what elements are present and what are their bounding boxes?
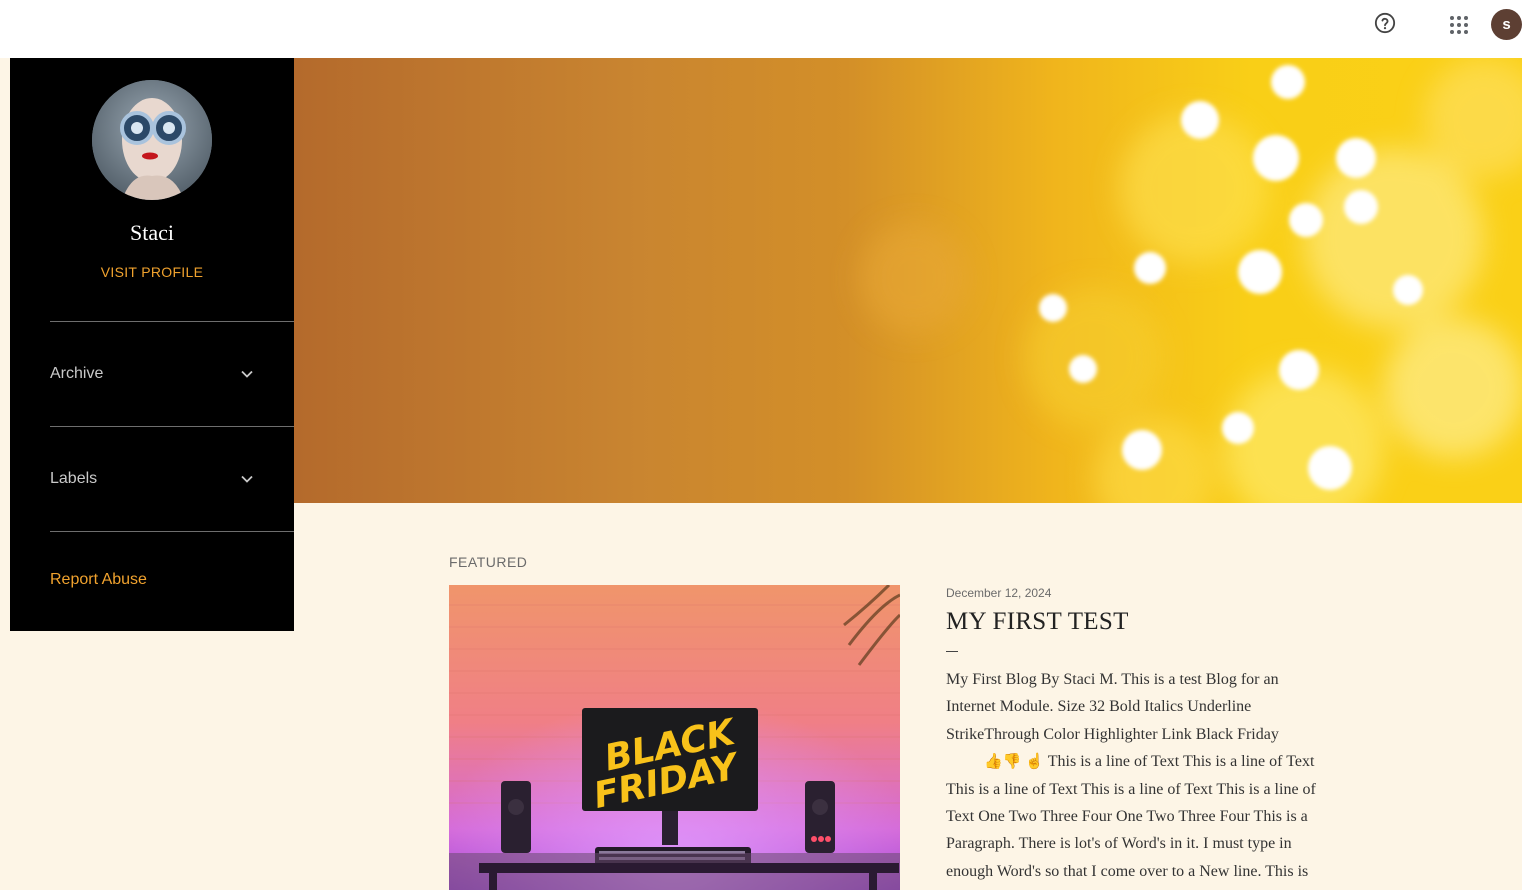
profile-name: Staci: [130, 220, 174, 245]
sidebar-item-label: Archive: [50, 365, 104, 382]
sidebar: Staci VISIT PROFILE Archive Labels Repor…: [10, 58, 294, 631]
post-title[interactable]: MY FIRST TEST: [946, 608, 1129, 636]
visit-profile-link[interactable]: VISIT PROFILE: [10, 264, 294, 280]
snippet-text: This is a line of Text This is a line of…: [1047, 752, 1315, 770]
snippet-line: Text One Two Three Four One Two Three Fo…: [946, 808, 1308, 826]
help-circle-icon[interactable]: [1374, 12, 1396, 34]
thumbs-down-icon: 👎: [1002, 753, 1022, 770]
snippet-line: 👍👎 ☝ This is a line of Text This is a li…: [946, 748, 1376, 776]
sidebar-item-labels[interactable]: Labels: [50, 427, 254, 531]
chevron-down-icon: [241, 370, 253, 378]
snippet-line: Paragraph. There is lot's of Word's in i…: [946, 835, 1292, 853]
featured-section-label: FEATURED: [449, 554, 528, 570]
sidebar-item-label: Labels: [50, 470, 98, 487]
snippet-line: enough Word's so that I come over to a N…: [946, 862, 1309, 880]
thumbs-up-icon: 👍: [984, 753, 1003, 770]
title-divider: [946, 651, 958, 652]
pointing-up-icon: ☝: [1025, 753, 1045, 770]
post-date: December 12, 2024: [946, 586, 1052, 600]
snippet-line: My First Blog By Staci M. This is a test…: [946, 671, 1279, 688]
snippet-line: This is a line of Text This is a line of…: [946, 780, 1316, 798]
snippet-line: StrikeThrough Color Highlighter Link Bla…: [946, 725, 1279, 743]
account-avatar[interactable]: s: [1491, 9, 1522, 40]
snippet-line: Internet Module. Size 32 Bold Italics Un…: [946, 698, 1252, 716]
featured-post-image[interactable]: BLACK FRIDAY: [449, 585, 900, 890]
profile-picture[interactable]: [92, 80, 212, 200]
apps-grid-icon[interactable]: [1449, 15, 1469, 35]
sidebar-item-archive[interactable]: Archive: [50, 322, 254, 426]
chevron-down-icon: [241, 475, 253, 483]
report-abuse-link[interactable]: Report Abuse: [50, 571, 147, 589]
divider: [50, 531, 294, 532]
post-snippet: My First Blog By Staci M. This is a test…: [946, 666, 1376, 885]
blog-header-image: [294, 58, 1522, 503]
top-app-bar: s: [0, 0, 1522, 58]
